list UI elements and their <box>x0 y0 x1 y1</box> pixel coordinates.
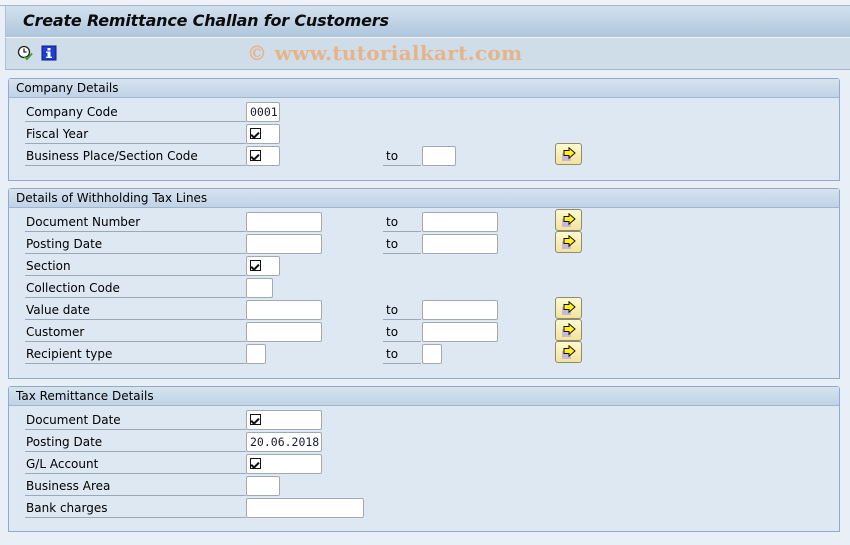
document-date-label: Document Date <box>25 409 246 430</box>
bank-charges-input[interactable] <box>246 498 364 518</box>
execute-clock-icon[interactable] <box>17 45 33 61</box>
posting-date-to-label: to <box>383 233 421 254</box>
row-recipient-type: Recipient type to <box>25 341 825 365</box>
row-posting-date: Posting Date to <box>25 231 825 255</box>
row-document-number: Document Number to <box>25 209 825 233</box>
row-fiscal-year: Fiscal Year <box>25 123 825 145</box>
row-remittance-posting-date: Posting Date 20.06.2018 <box>25 431 825 453</box>
recipient-type-multiple-selection-button[interactable] <box>555 341 582 363</box>
fiscal-year-input[interactable] <box>246 124 280 144</box>
collection-code-input[interactable] <box>246 278 273 298</box>
group-tax-remittance-details: Tax Remittance Details Document Date Pos… <box>8 386 840 532</box>
customer-label: Customer <box>25 321 246 342</box>
section-label: Section <box>25 255 246 276</box>
group-title: Details of Withholding Tax Lines <box>9 189 839 208</box>
group-company-details: Company Details Company Code 0001 Fiscal… <box>8 78 840 181</box>
remittance-posting-date-label: Posting Date <box>25 431 246 452</box>
row-business-place: Business Place/Section Code to <box>25 143 825 167</box>
collection-code-label: Collection Code <box>25 277 246 298</box>
multiple-selection-arrow-icon <box>562 147 576 161</box>
business-area-label: Business Area <box>25 475 246 496</box>
business-place-label: Business Place/Section Code <box>25 145 246 166</box>
application-toolbar: © www.tutorialkart.com <box>5 37 850 70</box>
multiple-selection-arrow-icon <box>562 235 576 249</box>
required-check-icon <box>250 150 261 161</box>
document-number-to-input[interactable] <box>422 212 498 232</box>
row-bank-charges: Bank charges <box>25 497 825 519</box>
remittance-posting-date-input[interactable]: 20.06.2018 <box>246 432 322 452</box>
posting-date-multiple-selection-button[interactable] <box>555 231 582 253</box>
row-company-code: Company Code 0001 <box>25 101 825 123</box>
document-number-to-label: to <box>383 211 421 232</box>
title-bar: Create Remittance Challan for Customers <box>5 6 850 37</box>
info-icon[interactable] <box>41 45 57 61</box>
customer-multiple-selection-button[interactable] <box>555 319 582 341</box>
value-date-label: Value date <box>25 299 246 320</box>
group-title: Tax Remittance Details <box>9 387 839 406</box>
gl-account-input[interactable] <box>246 454 322 474</box>
company-code-input[interactable]: 0001 <box>246 102 280 122</box>
business-place-input[interactable] <box>246 146 280 166</box>
multiple-selection-arrow-icon <box>562 301 576 315</box>
document-date-input[interactable] <box>246 410 322 430</box>
posting-date-to-input[interactable] <box>422 234 498 254</box>
document-number-multiple-selection-button[interactable] <box>555 209 582 231</box>
watermark-text: © www.tutorialkart.com <box>247 41 523 65</box>
business-place-multiple-selection-button[interactable] <box>555 143 582 165</box>
multiple-selection-arrow-icon <box>562 213 576 227</box>
recipient-type-to-label: to <box>383 343 421 364</box>
customer-to-input[interactable] <box>422 322 498 342</box>
multiple-selection-arrow-icon <box>562 323 576 337</box>
required-check-icon <box>250 260 261 271</box>
recipient-type-to-input[interactable] <box>422 344 442 364</box>
multiple-selection-arrow-icon <box>562 345 576 359</box>
company-code-label: Company Code <box>25 101 246 122</box>
fiscal-year-label: Fiscal Year <box>25 123 246 144</box>
bank-charges-label: Bank charges <box>25 497 246 518</box>
group-withholding-tax-lines: Details of Withholding Tax Lines Documen… <box>8 188 840 379</box>
document-number-label: Document Number <box>25 211 246 232</box>
row-section: Section <box>25 255 825 277</box>
page-title: Create Remittance Challan for Customers <box>23 11 389 30</box>
required-check-icon <box>250 458 261 469</box>
recipient-type-input[interactable] <box>246 344 266 364</box>
value-date-input[interactable] <box>246 300 322 320</box>
posting-date-label: Posting Date <box>25 233 246 254</box>
business-place-to-label: to <box>383 145 421 166</box>
business-area-input[interactable] <box>246 476 280 496</box>
customer-input[interactable] <box>246 322 322 342</box>
required-check-icon <box>250 128 261 139</box>
row-customer: Customer to <box>25 319 825 343</box>
row-business-area: Business Area <box>25 475 825 497</box>
customer-to-label: to <box>383 321 421 342</box>
required-check-icon <box>250 414 261 425</box>
recipient-type-label: Recipient type <box>25 343 246 364</box>
value-date-to-label: to <box>383 299 421 320</box>
document-number-input[interactable] <box>246 212 322 232</box>
value-date-multiple-selection-button[interactable] <box>555 297 582 319</box>
value-date-to-input[interactable] <box>422 300 498 320</box>
row-document-date: Document Date <box>25 409 825 431</box>
business-place-to-input[interactable] <box>422 146 456 166</box>
row-gl-account: G/L Account <box>25 453 825 475</box>
section-input[interactable] <box>246 256 280 276</box>
row-collection-code: Collection Code <box>25 277 825 299</box>
group-title: Company Details <box>9 79 839 98</box>
gl-account-label: G/L Account <box>25 453 246 474</box>
row-value-date: Value date to <box>25 297 825 321</box>
posting-date-input[interactable] <box>246 234 322 254</box>
